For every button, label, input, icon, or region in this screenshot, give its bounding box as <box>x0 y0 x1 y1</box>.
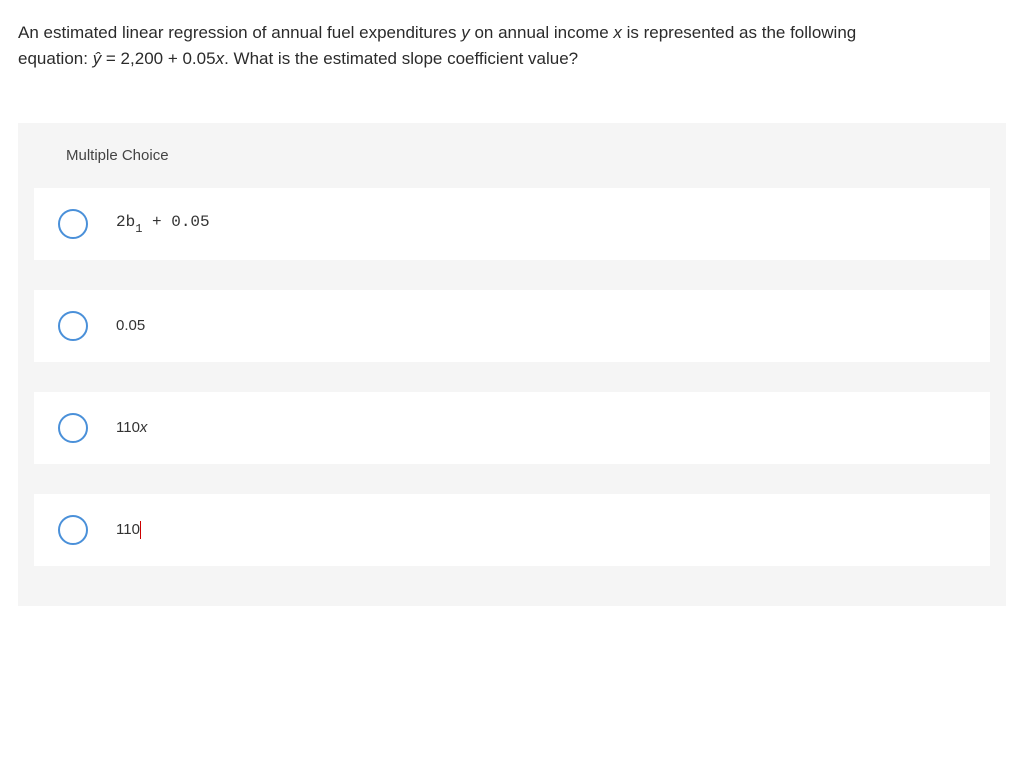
multiple-choice-header: Multiple Choice <box>18 123 1006 188</box>
option-a[interactable]: 2b1 + 0.05 <box>34 188 990 260</box>
option-a-prefix: 2 <box>116 213 126 231</box>
var-y: y <box>461 23 470 42</box>
question-part: on annual income <box>470 23 614 42</box>
radio-icon[interactable] <box>58 311 88 341</box>
option-a-sub: 1 <box>135 222 142 236</box>
radio-icon[interactable] <box>58 413 88 443</box>
question-part: is represented as the following <box>622 23 856 42</box>
option-c[interactable]: 110x <box>34 392 990 464</box>
option-c-text: 110x <box>116 419 147 436</box>
option-a-suffix: + 0.05 <box>142 213 209 231</box>
option-a-var: b <box>126 213 136 231</box>
question-part: . What is the estimated slope coefficien… <box>224 49 578 68</box>
option-b[interactable]: 0.05 <box>34 290 990 362</box>
option-d-text: 110 <box>116 521 141 539</box>
question-part: = 2,200 + 0.05 <box>101 49 215 68</box>
y-hat: ŷ <box>93 49 102 68</box>
option-c-var: x <box>140 419 148 436</box>
option-d-num: 110 <box>116 521 140 538</box>
radio-icon[interactable] <box>58 209 88 239</box>
radio-icon[interactable] <box>58 515 88 545</box>
question-part: equation: <box>18 49 93 68</box>
text-cursor-icon <box>140 521 141 539</box>
answer-block: Multiple Choice 2b1 + 0.05 0.05 110x 110 <box>18 123 1006 606</box>
option-d[interactable]: 110 <box>34 494 990 566</box>
option-b-text: 0.05 <box>116 317 145 334</box>
option-a-text: 2b1 + 0.05 <box>116 213 210 234</box>
question-part: An estimated linear regression of annual… <box>18 23 461 42</box>
var-x: x <box>613 23 622 42</box>
options-wrapper: 2b1 + 0.05 0.05 110x 110 <box>18 188 1006 566</box>
question-text: An estimated linear regression of annual… <box>18 20 1006 73</box>
option-c-num: 110 <box>116 419 140 436</box>
var-x: x <box>216 49 225 68</box>
